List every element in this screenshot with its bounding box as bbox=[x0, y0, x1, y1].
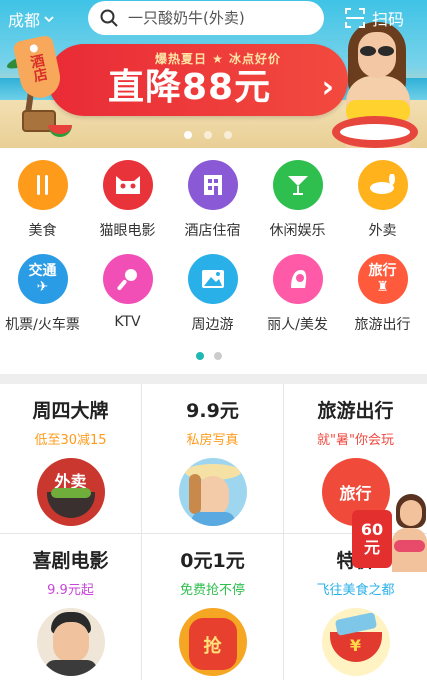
category-ktv[interactable]: KTV bbox=[85, 244, 170, 334]
deal-card[interactable]: 9.9元 私房写真 bbox=[142, 384, 284, 534]
category-tickets[interactable]: 交通 ✈ 机票/火车票 bbox=[0, 244, 85, 334]
banner-pager bbox=[184, 131, 232, 139]
deal-card[interactable]: 0元1元 免费抢不停 抢 bbox=[142, 534, 284, 680]
promo-subtitle: 爆热夏日 ★ 冰点好价 bbox=[154, 52, 282, 66]
meituan-home-page: 爆热夏日 ★ 冰点好价 直降88元 › 酒店 成都 一只酸奶牛(外卖) 扫码 美… bbox=[0, 0, 427, 680]
fork-knife-icon bbox=[17, 160, 68, 210]
cat-eye-icon bbox=[102, 160, 153, 210]
comedian-image bbox=[36, 608, 105, 676]
deal-card[interactable]: 周四大牌 低至30减15 外卖 bbox=[0, 384, 142, 534]
category-label: 丽人/美发 bbox=[267, 317, 328, 333]
category-pager bbox=[196, 352, 222, 360]
category-entertainment[interactable]: 休闲娱乐 bbox=[255, 150, 340, 240]
scan-button[interactable]: 扫码 bbox=[344, 6, 404, 30]
pager-dot[interactable] bbox=[204, 131, 212, 139]
pager-dot[interactable] bbox=[184, 131, 192, 139]
category-nearby-travel[interactable]: 周边游 bbox=[170, 244, 255, 334]
city-selector[interactable]: 成都 bbox=[8, 8, 54, 30]
red-packet-unit: 元 bbox=[363, 538, 380, 557]
travel-badge-label: 旅行 bbox=[339, 484, 372, 503]
pager-dot[interactable] bbox=[196, 352, 204, 360]
category-label: 休闲娱乐 bbox=[269, 223, 326, 239]
plane-ticket-glyph: 交通 bbox=[28, 263, 57, 279]
red-packet-model-image bbox=[392, 492, 427, 572]
category-label: 美食 bbox=[28, 223, 57, 239]
category-label: 猫眼电影 bbox=[99, 223, 156, 239]
hotel-tag-label: 酒店 bbox=[27, 52, 49, 84]
pager-dot[interactable] bbox=[214, 352, 222, 360]
grab-bag-image: 抢 bbox=[178, 608, 247, 676]
plane-glyph: ✈ bbox=[36, 279, 49, 295]
travel-glyph: 旅行 bbox=[368, 263, 397, 279]
red-packet-badge[interactable]: 60 元 bbox=[352, 510, 392, 568]
deal-subtitle: 9.9元起 bbox=[47, 583, 94, 598]
scan-icon bbox=[345, 8, 365, 28]
travel-icon: 旅行 ♜ bbox=[357, 254, 408, 304]
chevron-right-icon: › bbox=[321, 70, 334, 105]
deal-subtitle: 飞往美食之都 bbox=[316, 583, 395, 598]
deal-title: 喜剧电影 bbox=[32, 550, 109, 572]
promo-banner[interactable]: 爆热夏日 ★ 冰点好价 直降88元 › 酒店 成都 一只酸奶牛(外卖) 扫码 bbox=[0, 0, 427, 148]
grab-label: 抢 bbox=[203, 636, 222, 657]
promo-title: 直降88元 bbox=[108, 67, 272, 108]
deal-title: 周四大牌 bbox=[32, 400, 109, 422]
deal-card[interactable]: 喜剧电影 9.9元起 bbox=[0, 534, 142, 680]
chevron-down-icon bbox=[44, 16, 54, 23]
yuan-label: ¥ bbox=[349, 636, 362, 655]
deal-subtitle: 免费抢不停 bbox=[179, 583, 245, 598]
city-label: 成都 bbox=[8, 11, 41, 30]
food-bowl-image: ¥ bbox=[321, 608, 390, 676]
search-icon bbox=[100, 9, 118, 27]
cocktail-icon bbox=[272, 160, 323, 210]
beauty-hair-icon bbox=[272, 254, 323, 304]
section-divider bbox=[0, 374, 427, 384]
category-beauty[interactable]: 丽人/美发 bbox=[255, 244, 340, 334]
red-packet-amount: 60 bbox=[360, 520, 384, 539]
deal-title: 旅游出行 bbox=[317, 400, 394, 422]
deal-subtitle: 低至30减15 bbox=[34, 433, 107, 448]
travel-deco-glyph: ♜ bbox=[376, 279, 389, 295]
category-food[interactable]: 美食 bbox=[0, 150, 85, 240]
category-hotel[interactable]: 酒店住宿 bbox=[170, 150, 255, 240]
portrait-photo-image bbox=[178, 458, 247, 526]
scan-label: 扫码 bbox=[372, 10, 405, 29]
deal-subtitle: 私房写真 bbox=[186, 433, 239, 448]
deal-title: 0元1元 bbox=[180, 550, 245, 572]
takeout-rabbit-icon bbox=[357, 160, 408, 210]
category-label: 酒店住宿 bbox=[184, 223, 241, 239]
category-label: 外卖 bbox=[368, 223, 397, 239]
category-label: 机票/火车票 bbox=[5, 317, 80, 333]
category-label: 周边游 bbox=[191, 317, 234, 333]
search-input[interactable] bbox=[128, 9, 308, 27]
category-maoyan-movie[interactable]: 猫眼电影 bbox=[85, 150, 170, 240]
hotel-icon bbox=[187, 160, 238, 210]
category-travel[interactable]: 旅行 ♜ 旅游出行 bbox=[340, 244, 425, 334]
plane-ticket-icon: 交通 ✈ bbox=[17, 254, 68, 304]
deal-subtitle: 就"暑"你会玩 bbox=[317, 433, 394, 448]
microphone-icon bbox=[102, 254, 153, 304]
takeout-bowl-image: 外卖 bbox=[36, 458, 105, 526]
search-bar[interactable] bbox=[88, 1, 324, 35]
category-label: 旅游出行 bbox=[354, 317, 411, 333]
deal-title: 9.9元 bbox=[186, 400, 239, 422]
category-label: KTV bbox=[114, 314, 141, 330]
promo-pill[interactable]: 爆热夏日 ★ 冰点好价 直降88元 › bbox=[48, 44, 348, 116]
pager-dot[interactable] bbox=[224, 131, 232, 139]
category-takeout[interactable]: 外卖 bbox=[340, 150, 425, 240]
landscape-icon bbox=[187, 254, 238, 304]
